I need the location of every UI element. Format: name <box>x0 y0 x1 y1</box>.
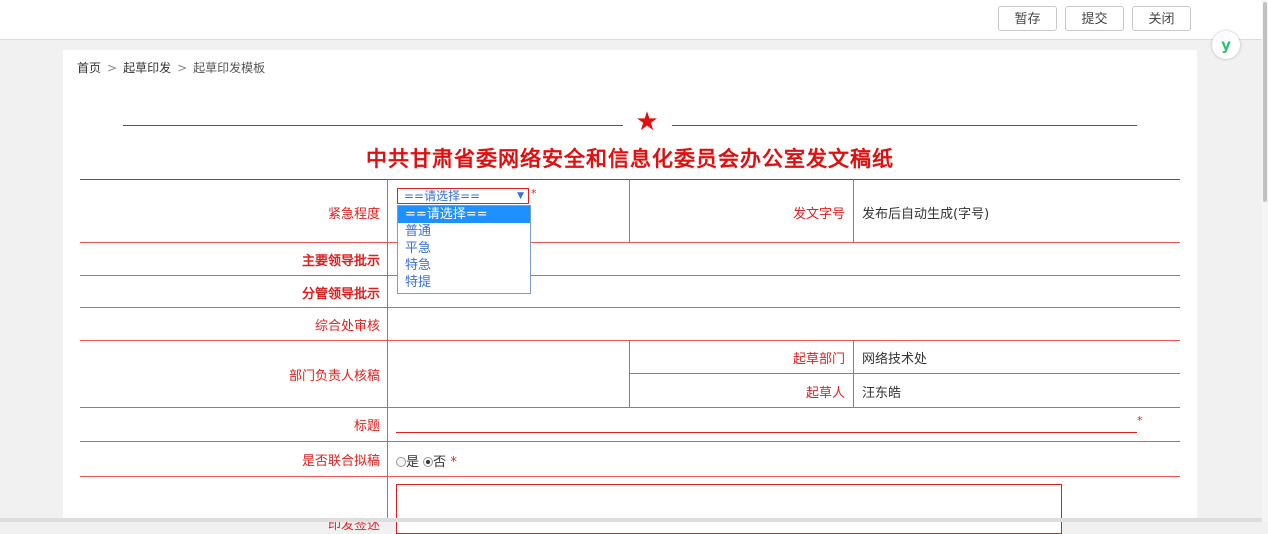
distribution-textarea[interactable] <box>396 484 1062 534</box>
required-marker: * <box>1137 414 1143 427</box>
urgency-selected-value: ==请选择== <box>404 189 481 203</box>
scrollbar-thumb[interactable] <box>1263 2 1267 202</box>
decorative-line-left <box>123 125 623 126</box>
column-divider <box>853 179 854 242</box>
breadcrumb-home[interactable]: 首页 <box>77 61 101 75</box>
breadcrumb: 首页 > 起草印发 > 起草印发模板 <box>77 59 265 76</box>
drafter-value: 汪东皓 <box>862 386 902 401</box>
urgency-option[interactable]: ==请选择== <box>398 206 530 223</box>
top-toolbar: 暂存 提交 关闭 <box>0 0 1262 40</box>
row-divider <box>80 476 1180 477</box>
urgency-select[interactable]: ==请选择== ▼ <box>397 188 529 204</box>
doc-number-label: 发文字号 <box>792 207 845 222</box>
doc-number-value: 发布后自动生成(字号) <box>862 207 990 222</box>
joint-draft-yes-radio[interactable] <box>396 457 406 467</box>
joint-draft-label: 是否联合拟稿 <box>301 454 380 469</box>
drafting-dept-label: 起草部门 <box>792 352 845 367</box>
main-panel: 首页 > 起草印发 > 起草印发模板 ★ 中共甘肃省委网络安全和信息化委员会办公室发文稿… <box>63 50 1197 534</box>
breadcrumb-current: 起草印发模板 <box>193 61 266 75</box>
submit-button[interactable]: 提交 <box>1065 6 1124 31</box>
urgency-option[interactable]: 特急 <box>398 257 530 274</box>
column-divider <box>853 340 854 407</box>
row-divider <box>80 275 1180 276</box>
star-icon: ★ <box>635 107 659 137</box>
caret-down-icon: ▼ <box>517 191 524 201</box>
urgency-option[interactable]: 平急 <box>398 240 530 257</box>
urgency-dropdown-list: ==请选择== 普通 平急 特急 特提 <box>397 205 531 294</box>
drafter-label: 起草人 <box>805 386 845 401</box>
deputy-leader-label: 分管领导批示 <box>301 287 380 302</box>
required-marker: * <box>531 187 537 200</box>
column-divider <box>387 179 388 522</box>
title-field-label: 标题 <box>353 419 380 434</box>
horizontal-scrollbar[interactable] <box>0 518 1262 522</box>
urgency-option[interactable]: 普通 <box>398 223 530 240</box>
joint-draft-no-radio[interactable] <box>423 457 434 467</box>
urgency-option[interactable]: 特提 <box>398 274 530 291</box>
chevron-right-icon: > <box>107 61 118 75</box>
joint-draft-radio-group: 是 否 * <box>396 451 457 470</box>
urgency-label: 紧急程度 <box>327 207 380 222</box>
title-input[interactable] <box>396 432 1137 433</box>
distribution-label: 印发签述 <box>327 518 380 533</box>
document-title: 中共甘肃省委网络安全和信息化委员会办公室发文稿纸 <box>366 147 894 171</box>
drafting-dept-value: 网络技术处 <box>862 352 928 367</box>
breadcrumb-drafting[interactable]: 起草印发 <box>123 61 171 75</box>
table-border <box>80 179 1180 180</box>
row-divider <box>80 242 1180 243</box>
row-divider <box>80 407 1180 408</box>
joint-draft-no-label: 否 <box>433 455 447 470</box>
close-button[interactable]: 关闭 <box>1132 6 1191 31</box>
save-draft-button[interactable]: 暂存 <box>998 6 1057 31</box>
row-divider <box>80 441 1180 442</box>
dept-head-review-label: 部门负责人核稿 <box>288 369 380 384</box>
row-divider <box>80 340 1180 341</box>
row-divider <box>629 373 1180 374</box>
chevron-right-icon: > <box>177 61 188 75</box>
main-leader-label: 主要领导批示 <box>301 254 380 269</box>
decorative-line-right <box>672 125 1137 126</box>
row-divider <box>80 307 1180 308</box>
joint-draft-yes-label: 是 <box>406 455 420 470</box>
general-review-label: 综合处审核 <box>314 319 380 334</box>
y-logo-icon[interactable]: y <box>1212 31 1240 59</box>
required-marker: * <box>450 455 457 470</box>
